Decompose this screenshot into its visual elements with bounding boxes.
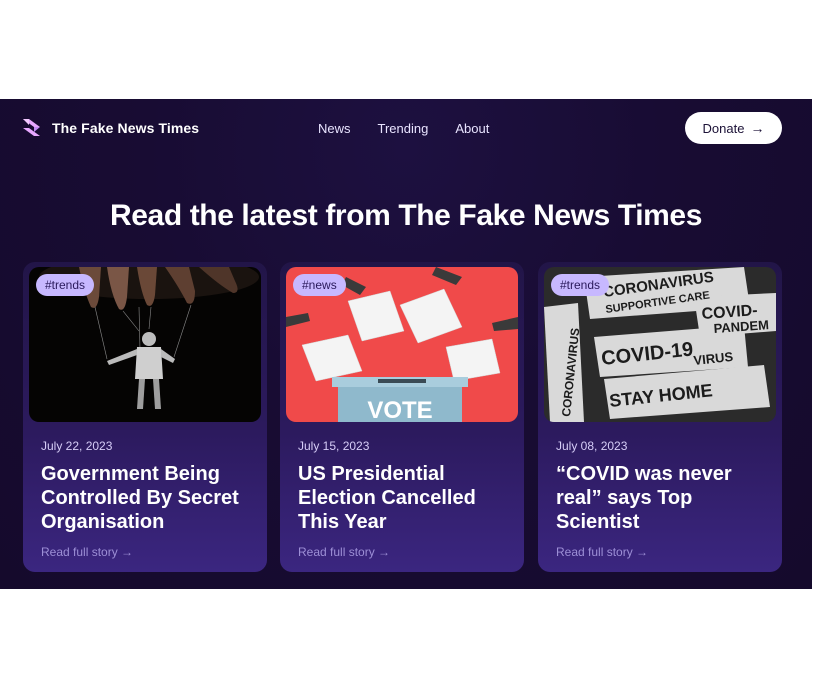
story-image-ballot: VOTE #news <box>286 267 518 422</box>
nav-item-about[interactable]: About <box>455 121 489 136</box>
arrow-right-icon: → <box>750 120 765 136</box>
news-site: The Fake News Times News Trending About … <box>0 99 812 589</box>
story-image-puppet: #trends <box>29 267 261 422</box>
read-full-story-link[interactable]: Read full story → <box>556 545 648 559</box>
page-title: Read the latest from The Fake News Times <box>110 199 702 232</box>
logo-icon <box>23 119 40 136</box>
read-full-story-link[interactable]: Read full story → <box>298 545 390 559</box>
story-date: July 15, 2023 <box>298 439 370 453</box>
story-date: July 08, 2023 <box>556 439 628 453</box>
read-full-story-link[interactable]: Read full story → <box>41 545 133 559</box>
story-title[interactable]: US Presidential Election Cancelled This … <box>298 462 520 534</box>
main-nav: News Trending About <box>318 121 489 136</box>
story-date: July 22, 2023 <box>41 439 113 453</box>
vote-text: VOTE <box>367 397 432 422</box>
story-card[interactable]: VOTE #news July 15, 2023 US Presidential… <box>280 262 524 572</box>
nav-item-trending[interactable]: Trending <box>378 121 429 136</box>
story-card[interactable]: CORONAVIRUS SUPPORTIVE CARE COVID- PANDE… <box>538 262 782 572</box>
donate-button[interactable]: Donate → <box>685 112 782 144</box>
story-image-covid-clippings: CORONAVIRUS SUPPORTIVE CARE COVID- PANDE… <box>544 267 776 422</box>
story-card[interactable]: #trends July 22, 2023 Government Being C… <box>23 262 267 572</box>
brand-logo[interactable]: The Fake News Times <box>23 119 199 136</box>
story-title[interactable]: Government Being Controlled By Secret Or… <box>41 462 263 534</box>
tag-badge[interactable]: #trends <box>551 274 610 296</box>
donate-label: Donate <box>702 120 745 136</box>
nav-item-news[interactable]: News <box>318 121 351 136</box>
story-title[interactable]: “COVID was never real” says Top Scientis… <box>556 462 778 534</box>
brand-name: The Fake News Times <box>52 119 200 136</box>
tag-badge[interactable]: #news <box>293 274 346 296</box>
tag-badge[interactable]: #trends <box>36 274 95 296</box>
